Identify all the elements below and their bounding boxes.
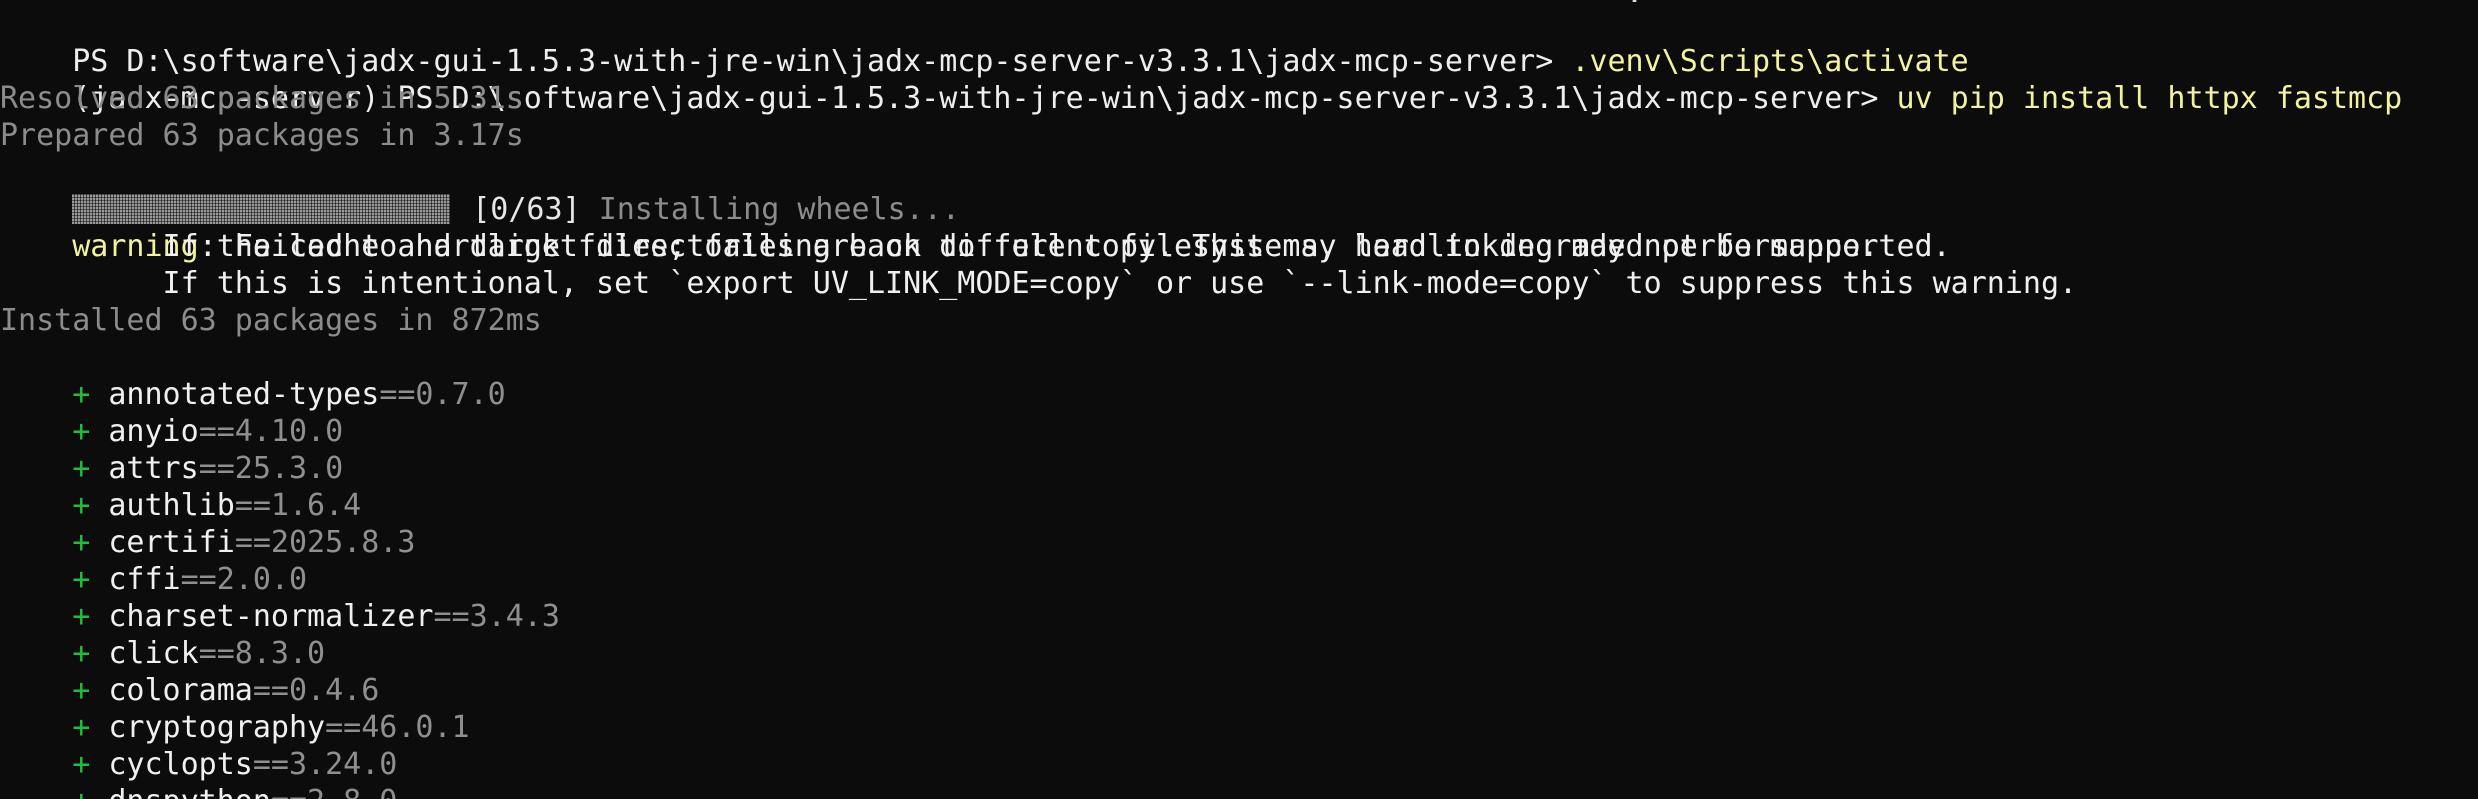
package-line: + dnspython==2.8.0 bbox=[0, 746, 397, 799]
warning-line-2: If the cache and target directories are … bbox=[0, 229, 1951, 264]
package-line: + colorama==0.4.6 bbox=[0, 635, 379, 708]
package-line: + certifi==2025.8.3 bbox=[0, 487, 415, 560]
package-line: + charset-normalizer==3.4.3 bbox=[0, 561, 560, 634]
install-command-line: (jadx-mcp-server) PS D:\software\jadx-gu… bbox=[0, 43, 2402, 116]
package-version: ==2.8.0 bbox=[271, 784, 397, 799]
package-line: + cffi==2.0.0 bbox=[0, 524, 307, 597]
plus-icon: + bbox=[72, 784, 90, 799]
install-command: uv pip install httpx fastmcp bbox=[1896, 81, 2403, 116]
package-line: + anyio==4.10.0 bbox=[0, 376, 343, 449]
install-progress-line: [0/63] Installing wheels... bbox=[0, 154, 960, 227]
warning-line-1: warning: Failed to hardlink files; falli… bbox=[0, 191, 1878, 264]
warning-line-3: If this is intentional, set `export UV_L… bbox=[0, 266, 2078, 301]
package-line: + cryptography==46.0.1 bbox=[0, 672, 469, 745]
package-line: + attrs==25.3.0 bbox=[0, 413, 343, 486]
package-line: + annotated-types==0.7.0 bbox=[0, 339, 506, 412]
resolved-status: Resolved 63 packages in 5.31s bbox=[0, 81, 524, 116]
installed-status: Installed 63 packages in 872ms bbox=[0, 303, 542, 338]
activate-command-line: PS D:\software\jadx-gui-1.5.3-with-jre-w… bbox=[0, 6, 1968, 79]
package-name: dnspython bbox=[108, 784, 271, 799]
package-version: ==0.7.0 bbox=[379, 377, 506, 412]
package-line: + cyclopts==3.24.0 bbox=[0, 709, 397, 782]
package-version: ==3.4.3 bbox=[433, 599, 560, 634]
terminal-window[interactable]: . PS D:\software\jadx-gui-1.5.3-with-jre… bbox=[0, 0, 2478, 799]
package-line: + click==8.3.0 bbox=[0, 598, 325, 671]
package-line: + authlib==1.6.4 bbox=[0, 450, 361, 523]
prepared-status: Prepared 63 packages in 3.17s bbox=[0, 118, 524, 153]
